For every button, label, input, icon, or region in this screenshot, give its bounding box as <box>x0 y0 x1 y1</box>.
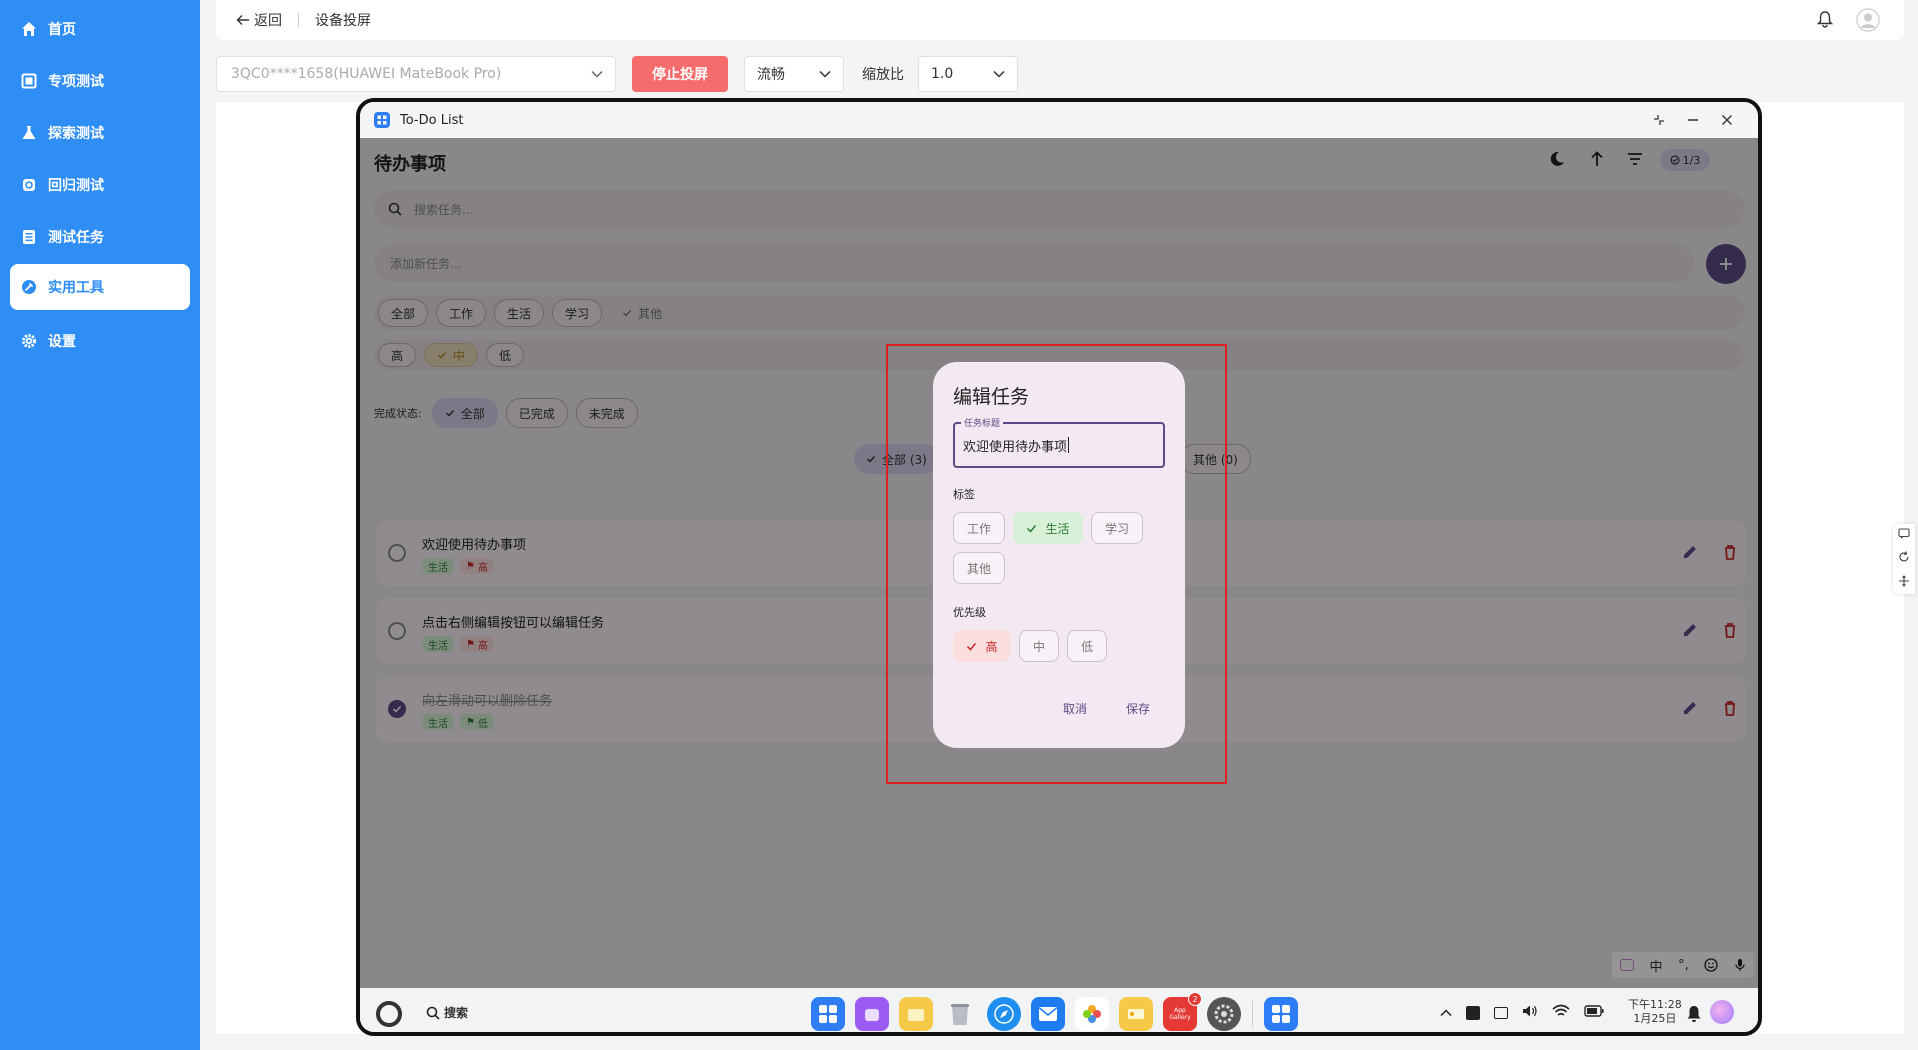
trash-app-icon[interactable] <box>943 997 977 1031</box>
notification-badge: 2 <box>1188 992 1202 1006</box>
quality-select[interactable]: 流畅 <box>744 56 844 92</box>
sidebar: 首页 专项测试 探索测试 回归测试 测试任务 实用工具 设置 <box>0 0 200 1050</box>
sidebar-item-tools[interactable]: 实用工具 <box>10 264 190 310</box>
restore-icon[interactable] <box>1652 113 1666 131</box>
search-icon <box>426 1006 440 1020</box>
minimize-icon[interactable] <box>1686 113 1700 131</box>
files-app-icon[interactable] <box>899 997 933 1031</box>
launcher-app-icon[interactable] <box>811 997 845 1031</box>
scale-select[interactable]: 1.0 <box>918 56 1018 92</box>
back-label: 返回 <box>254 13 282 29</box>
quality-select-value: 流畅 <box>757 67 785 83</box>
tool-icon <box>20 278 38 296</box>
comment-icon[interactable] <box>1898 528 1910 543</box>
todo-app-dock-icon[interactable] <box>1264 997 1298 1031</box>
mail-app-icon[interactable] <box>1031 997 1065 1031</box>
close-icon[interactable] <box>1720 113 1734 131</box>
keyboard-icon[interactable] <box>1466 1006 1480 1020</box>
clock[interactable]: 下午11:28 1月25日 <box>1628 998 1682 1026</box>
notes-app-icon[interactable] <box>1119 997 1153 1031</box>
sidebar-item-label: 回归测试 <box>48 178 104 194</box>
move-icon[interactable] <box>1898 575 1910 590</box>
avatar[interactable] <box>1856 8 1880 32</box>
dock-divider <box>1252 1001 1253 1027</box>
notification-bell-icon[interactable] <box>1686 1005 1702 1027</box>
list-icon <box>20 228 38 246</box>
floating-toolbar <box>1893 524 1915 594</box>
settings-app-icon[interactable] <box>1207 997 1241 1031</box>
scale-select-value: 1.0 <box>931 66 954 82</box>
battery-icon[interactable] <box>1584 1005 1604 1021</box>
app-gallery-icon[interactable]: App Gallery 2 <box>1163 992 1202 1031</box>
clock-time: 下午11:28 <box>1628 998 1682 1011</box>
sidebar-item-explore-test[interactable]: 探索测试 <box>10 110 190 156</box>
app-icon <box>374 112 390 128</box>
sidebar-item-label: 设置 <box>48 334 76 350</box>
window-titlebar: To-Do List <box>360 102 1758 138</box>
window-title: To-Do List <box>400 112 464 128</box>
taskbar: 搜索 App Gallery 2 下午11:28 1月25日 <box>360 988 1758 1032</box>
page-title: 设备投屏 <box>315 13 371 29</box>
refresh-icon <box>20 176 38 194</box>
browser-app-icon[interactable] <box>987 997 1021 1031</box>
gear-icon <box>20 332 38 350</box>
bell-icon[interactable] <box>1816 10 1834 32</box>
clock-date: 1月25日 <box>1633 1012 1677 1025</box>
stop-cast-button[interactable]: 停止投屏 <box>632 56 728 92</box>
clipboard-icon[interactable] <box>1494 1007 1508 1019</box>
assistant-icon[interactable] <box>1710 1000 1734 1024</box>
chevron-down-icon <box>993 70 1005 78</box>
highlight-box <box>886 344 1227 784</box>
divider <box>298 13 299 27</box>
multitask-app-icon[interactable] <box>855 997 889 1031</box>
sidebar-item-label: 专项测试 <box>48 74 104 90</box>
sidebar-item-label: 探索测试 <box>48 126 104 142</box>
sidebar-item-label: 首页 <box>48 22 76 38</box>
sidebar-item-label: 测试任务 <box>48 230 104 246</box>
arrow-left-icon <box>236 14 250 26</box>
scale-label: 缩放比 <box>862 67 904 83</box>
start-icon[interactable] <box>376 1001 402 1027</box>
flask-icon <box>20 124 38 142</box>
sidebar-item-regression-test[interactable]: 回归测试 <box>10 162 190 208</box>
taskbar-search-label: 搜索 <box>444 1006 469 1020</box>
chevron-up-icon[interactable] <box>1440 1005 1452 1021</box>
sidebar-item-test-tasks[interactable]: 测试任务 <box>10 214 190 260</box>
home-icon <box>20 20 38 38</box>
sidebar-item-home[interactable]: 首页 <box>10 6 190 52</box>
chevron-down-icon <box>819 70 831 78</box>
top-bar: 返回 设备投屏 <box>216 0 1904 40</box>
gallery-app-icon[interactable] <box>1075 997 1109 1031</box>
taskbar-search[interactable]: 搜索 <box>426 1004 468 1021</box>
square-icon <box>20 72 38 90</box>
wifi-icon[interactable] <box>1552 1004 1570 1022</box>
device-select-value: 3QC0****1658(HUAWEI MateBook Pro) <box>231 66 502 82</box>
volume-icon[interactable] <box>1522 1004 1538 1022</box>
app-gallery-label: App Gallery <box>1169 1007 1191 1021</box>
chevron-down-icon <box>591 70 603 78</box>
sidebar-item-label: 实用工具 <box>48 280 104 296</box>
back-button[interactable]: 返回 <box>236 10 282 30</box>
system-tray <box>1440 1004 1628 1022</box>
cast-toolbar: 3QC0****1658(HUAWEI MateBook Pro) 停止投屏 流… <box>216 56 1018 92</box>
device-select[interactable]: 3QC0****1658(HUAWEI MateBook Pro) <box>216 56 616 92</box>
dock: App Gallery 2 <box>806 992 1303 1031</box>
sidebar-item-settings[interactable]: 设置 <box>10 318 190 364</box>
refresh-icon[interactable] <box>1898 551 1910 566</box>
sidebar-item-special-test[interactable]: 专项测试 <box>10 58 190 104</box>
